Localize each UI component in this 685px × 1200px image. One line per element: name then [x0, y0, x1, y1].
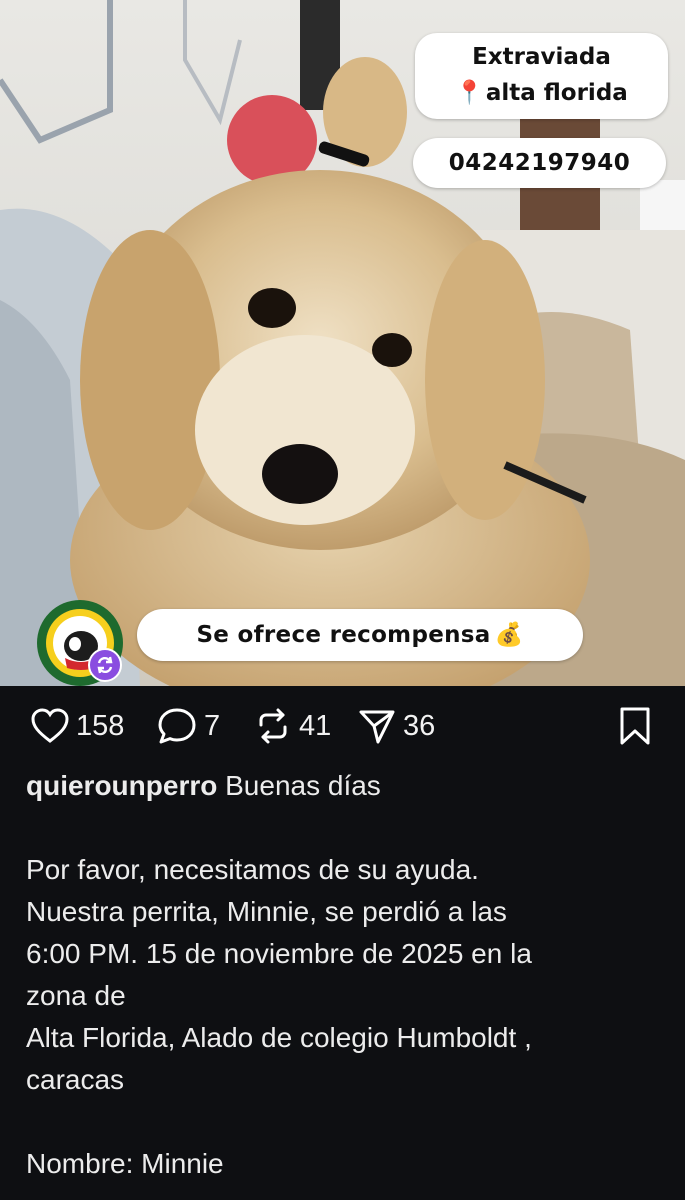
repost-button[interactable]: 41: [253, 700, 331, 752]
comment-button[interactable]: 7: [156, 700, 220, 752]
comment-bubble-icon: [158, 708, 196, 744]
action-bar: 158 7 41 36: [0, 700, 685, 752]
caption-name-line: Nombre: Minnie: [26, 1148, 224, 1179]
username-link[interactable]: quierounperro: [26, 770, 217, 801]
caption-line: zona de: [26, 980, 126, 1011]
status-line-lost: Extraviada: [472, 44, 611, 70]
caption-line: Por favor, necesitamos de su ayuda.: [26, 854, 479, 885]
repost-count: 41: [299, 709, 332, 742]
post-photo[interactable]: Extraviada 📍alta florida 04242197940 Se …: [0, 0, 685, 686]
money-bag-icon: 💰: [494, 622, 524, 648]
caption-line: Nuestra perrita, Minnie, se perdió a las: [26, 896, 507, 927]
reward-text: Se ofrece recompensa: [196, 622, 491, 648]
pin-icon: 📍: [455, 80, 484, 106]
comment-count: 7: [204, 709, 221, 742]
share-count: 36: [403, 709, 436, 742]
caption-greeting: Buenas días: [225, 770, 381, 801]
save-button[interactable]: [616, 700, 654, 752]
status-line-location: 📍alta florida: [415, 75, 668, 111]
like-count: 158: [76, 709, 125, 742]
heart-icon: [31, 708, 69, 743]
bookmark-icon: [620, 707, 650, 745]
like-button[interactable]: 158: [30, 700, 124, 752]
post: Extraviada 📍alta florida 04242197940 Se …: [0, 0, 685, 1200]
lost-status-label: Extraviada 📍alta florida: [415, 33, 668, 119]
caption-line: 6:00 PM. 15 de noviembre de 2025 en la: [26, 938, 532, 969]
post-caption: quierounperro Buenas días Por favor, nec…: [26, 765, 666, 1185]
caption-header: quierounperro Buenas días: [26, 765, 666, 807]
caption-line: caracas: [26, 1064, 125, 1095]
repost-arrows-icon: [259, 708, 287, 744]
paper-plane-icon: [359, 710, 395, 744]
caption-line: Alta Florida, Alado de colegio Humboldt …: [26, 1022, 532, 1053]
repost-badge-icon: [88, 648, 122, 682]
reward-label: Se ofrece recompensa 💰: [137, 609, 583, 661]
share-button[interactable]: 36: [357, 700, 435, 752]
location-text: alta florida: [485, 80, 628, 106]
contact-phone-label: 04242197940: [413, 138, 666, 188]
